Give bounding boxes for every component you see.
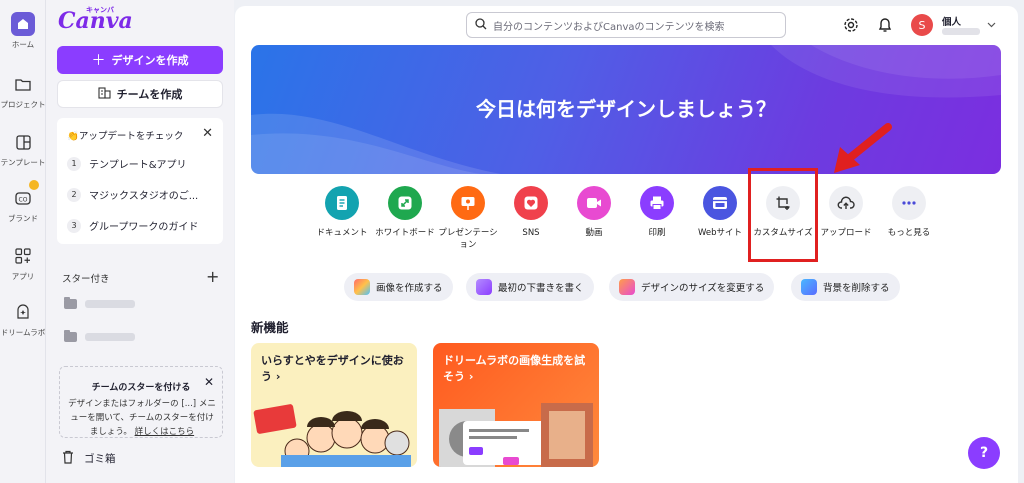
- category-whiteboard[interactable]: ホワイトボード: [373, 186, 437, 239]
- rail-item-apps[interactable]: アプリ: [0, 244, 46, 282]
- template-icon: [11, 130, 35, 154]
- rail-item-projects[interactable]: プロジェクト: [0, 72, 46, 110]
- blurred-folder-name: [85, 300, 135, 308]
- chip-resize-design[interactable]: デザインのサイズを変更する: [609, 273, 775, 301]
- cloud-upload-icon: [829, 186, 863, 220]
- website-icon: [703, 186, 737, 220]
- category-more[interactable]: もっと見る: [877, 186, 941, 239]
- folder-icon: [11, 72, 35, 96]
- star-eraser-icon: [801, 279, 817, 295]
- search-icon: [475, 17, 487, 33]
- starred-heading: スター付き: [62, 274, 110, 285]
- update-item[interactable]: 1 テンプレート&アプリ: [67, 156, 187, 171]
- category-print[interactable]: 印刷: [625, 186, 689, 239]
- home-icon: [11, 12, 35, 36]
- presentation-icon: [451, 186, 485, 220]
- blurred-folder-name: [85, 333, 135, 341]
- folder-icon: [64, 330, 77, 342]
- trash-item[interactable]: ゴミ箱: [62, 450, 116, 467]
- chip-create-image[interactable]: 画像を作成する: [344, 273, 453, 301]
- hero-banner: 今日は何をデザインしましょう？: [251, 45, 1001, 174]
- feature-card-irasutoya[interactable]: いらすとやをデザインに使おう ›: [251, 343, 417, 467]
- search-input[interactable]: 自分のコンテンツおよびCanvaのコンテンツを検索: [466, 12, 786, 38]
- create-design-button[interactable]: ＋ デザインを作成: [57, 46, 223, 74]
- document-icon: [325, 186, 359, 220]
- apps-icon: [11, 244, 35, 268]
- category-presentation[interactable]: プレゼンテーション: [436, 186, 500, 251]
- team-building-icon: [98, 86, 111, 102]
- rail-item-dreamlab[interactable]: ドリームラボ: [0, 300, 46, 338]
- video-icon: [577, 186, 611, 220]
- dreamlab-icon: [11, 300, 35, 324]
- feature-card-dreamlab[interactable]: ドリームラボの画像生成を試そう ›: [433, 343, 599, 467]
- rail-item-templates[interactable]: テンプレート: [0, 130, 46, 168]
- brand-icon: CO: [11, 180, 39, 210]
- help-button[interactable]: ?: [968, 437, 1000, 469]
- learn-more-link[interactable]: 詳しくはこちら: [135, 427, 195, 437]
- chip-first-draft[interactable]: 最初の下書きを書く: [466, 273, 594, 301]
- red-arrow-annotation: [834, 123, 892, 173]
- more-dots-icon: [892, 186, 926, 220]
- gear-icon[interactable]: [842, 16, 860, 34]
- custom-size-highlight: [748, 168, 818, 262]
- create-team-button[interactable]: チームを作成: [57, 80, 223, 108]
- irasutoya-illustration: [253, 404, 411, 467]
- team-star-card: チームのスターを付ける ✕ デザインまたはフォルダーの [...] メニューを開…: [59, 366, 223, 438]
- update-item[interactable]: 3 グループワークのガイド: [67, 218, 198, 233]
- avatar[interactable]: S: [911, 14, 933, 36]
- rail-item-home[interactable]: ホーム: [0, 12, 46, 50]
- add-starred-icon[interactable]: +: [206, 267, 219, 286]
- rainbow-icon: [354, 279, 370, 295]
- updates-card: 👏アップデートをチェック ✕ 1 テンプレート&アプリ 2 マジックスタジオのご…: [57, 118, 223, 244]
- close-icon[interactable]: ✕: [202, 126, 213, 141]
- trash-icon: [62, 450, 74, 467]
- search-placeholder: 自分のコンテンツおよびCanvaのコンテンツを検索: [493, 21, 725, 33]
- folder-icon: [64, 297, 77, 309]
- chip-remove-background[interactable]: 背景を削除する: [791, 273, 900, 301]
- rail-item-brand[interactable]: CO ブランド: [0, 180, 46, 224]
- plus-icon: ＋: [91, 53, 106, 69]
- canva-logo-kana: キャンバ: [86, 6, 114, 14]
- whiteboard-icon: [388, 186, 422, 220]
- starred-folder[interactable]: [64, 297, 135, 309]
- heart-icon: [514, 186, 548, 220]
- hero-title: 今日は何をデザインしましょう？: [476, 97, 776, 121]
- bell-icon[interactable]: [876, 16, 894, 34]
- sidebar: Canva キャンバ ＋ デザインを作成 チームを作成 👏アップデートをチェック…: [46, 0, 234, 483]
- category-sns[interactable]: SNS: [499, 186, 563, 239]
- dreamlab-illustration: [439, 403, 593, 467]
- blurred-account-name: [942, 28, 980, 35]
- starred-folder[interactable]: [64, 330, 135, 342]
- crown-icon: [29, 180, 39, 190]
- category-documents[interactable]: ドキュメント: [310, 186, 374, 239]
- svg-text:CO: CO: [19, 197, 28, 204]
- resize-icon: [619, 279, 635, 295]
- printer-icon: [640, 186, 674, 220]
- category-upload[interactable]: アップロード: [814, 186, 878, 239]
- chevron-down-icon[interactable]: [987, 18, 996, 31]
- category-video[interactable]: 動画: [562, 186, 626, 239]
- category-website[interactable]: Webサイト: [688, 186, 752, 239]
- new-features-title: 新機能: [251, 320, 289, 335]
- update-item[interactable]: 2 マジックスタジオのご...: [67, 187, 198, 202]
- close-icon[interactable]: ✕: [204, 375, 214, 389]
- main-panel: 自分のコンテンツおよびCanvaのコンテンツを検索 S 個人 今日は何をデザイン…: [235, 6, 1018, 483]
- magic-wand-icon: [476, 279, 492, 295]
- updates-title: 👏アップデートをチェック: [67, 131, 184, 142]
- account-label[interactable]: 個人: [942, 14, 961, 28]
- left-rail: ホーム プロジェクト テンプレート CO ブランド アプリ ドリームラボ: [0, 0, 46, 483]
